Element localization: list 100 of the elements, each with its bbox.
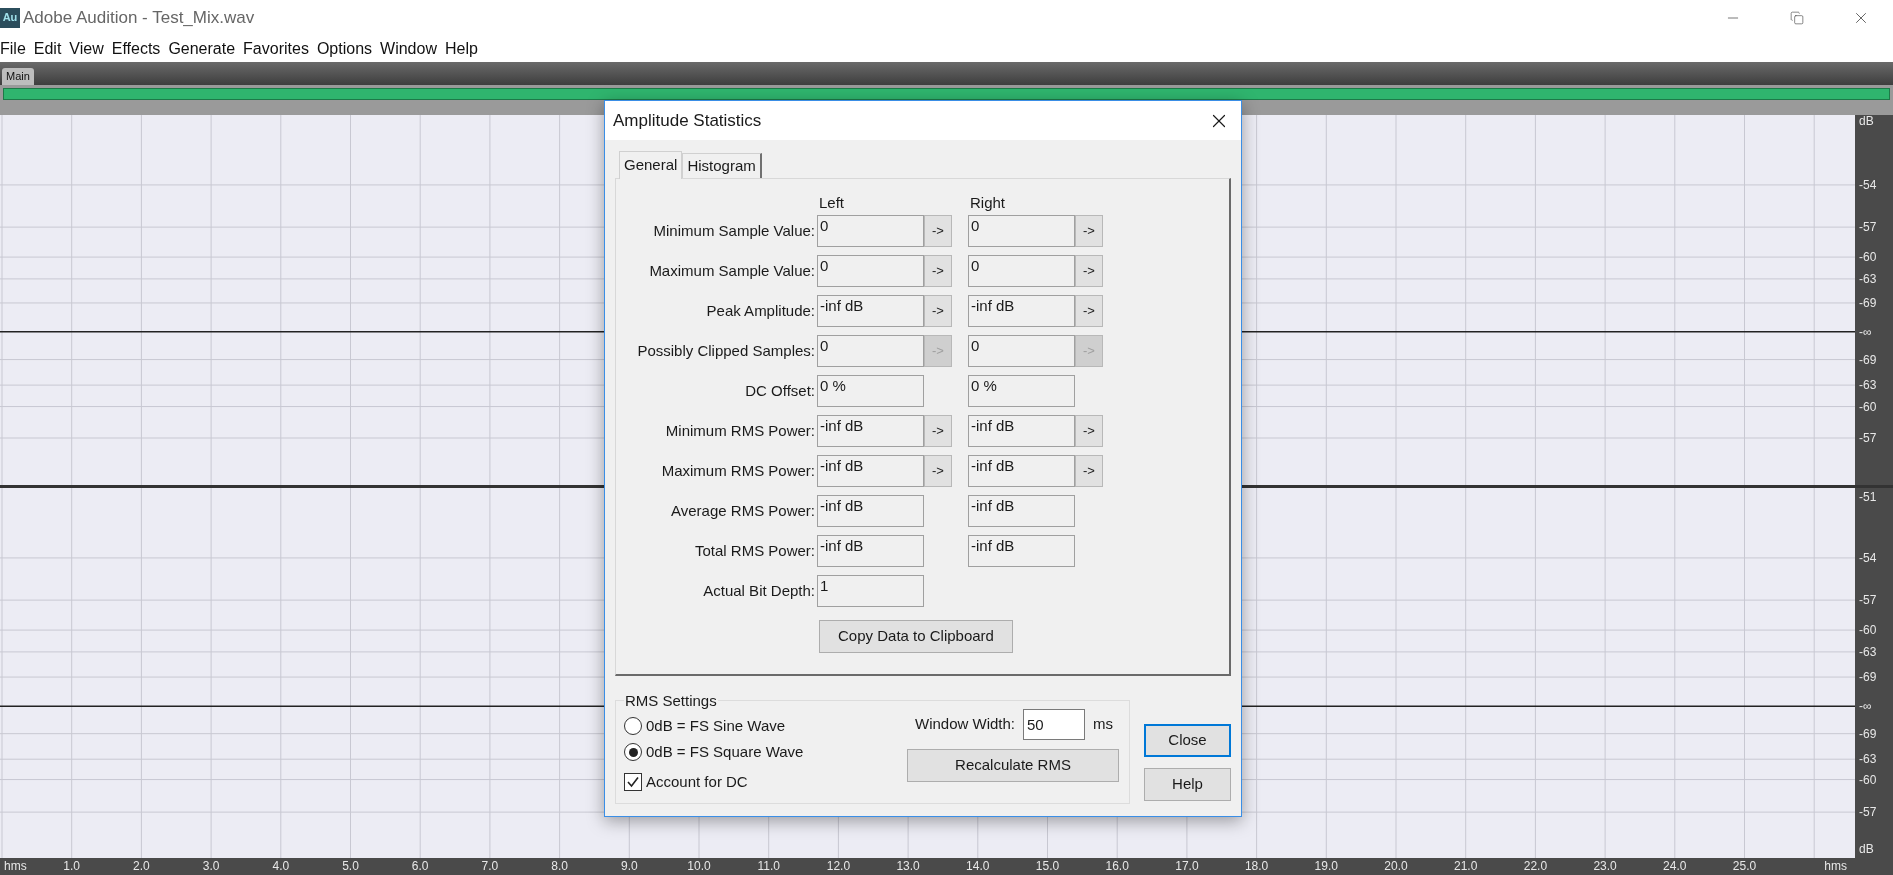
value-field: 0 [817,335,924,367]
scale-label: -69 [1859,353,1877,366]
ruler-label: 23.0 [1593,860,1617,872]
scale-label: -63 [1859,645,1877,658]
radio-label: 0dB = FS Sine Wave [646,715,786,736]
stat-label: Maximum RMS Power: [661,460,815,481]
stat-label: Peak Amplitude: [706,300,815,321]
recalculate-rms-button[interactable]: Recalculate RMS [907,749,1119,782]
stat-label: Average RMS Power: [671,500,815,521]
scale-label: -54 [1859,178,1877,191]
ruler-label: 21.0 [1454,860,1478,872]
go-to-button[interactable]: -> [1075,455,1103,487]
panel-tab[interactable]: Main [2,68,34,85]
menu-item[interactable]: Edit [29,36,66,61]
go-to-button[interactable]: -> [924,255,952,287]
tab[interactable]: Histogram [682,153,762,178]
value-field: -inf dB [968,455,1075,487]
stat-label: Maximum Sample Value: [649,260,815,281]
go-to-button[interactable]: -> [1075,255,1103,287]
ruler-unit: hms [4,860,27,872]
checkbox[interactable] [624,773,642,791]
scale-label: -63 [1859,379,1877,392]
dialog-button[interactable]: Help [1144,768,1231,801]
stat-label: Possibly Clipped Samples: [637,340,815,361]
scale-label: -51 [1859,490,1877,503]
column-heading: Right [970,194,1006,211]
ruler-label: 7.0 [481,860,499,872]
scale-label: -57 [1859,221,1877,234]
value-field: 0 [968,335,1075,367]
go-to-button[interactable]: -> [924,215,952,247]
radio-label: 0dB = FS Square Wave [646,741,804,762]
window-width-field[interactable]: 50 [1023,709,1085,740]
menu-item[interactable]: Favorites [239,36,313,61]
ruler-label: 16.0 [1105,860,1129,872]
ruler-label: 5.0 [342,860,359,872]
scale-label: -57 [1859,806,1877,819]
menu-item[interactable]: View [65,36,108,61]
value-field: 0 [817,255,924,287]
ruler-label: 8.0 [551,860,568,872]
ruler-label: 13.0 [896,860,920,872]
ruler-label: 1.0 [63,860,81,872]
ruler-label: 22.0 [1523,860,1548,872]
go-to-button[interactable]: -> [1075,215,1103,247]
value-field: -inf dB [817,455,924,487]
scale-label: -63 [1859,753,1877,766]
go-to-button[interactable]: -> [924,295,952,327]
ruler-label: 19.0 [1314,860,1338,872]
value-field: 0 % [968,375,1075,407]
scale-label: dB [1859,842,1874,855]
menu-item[interactable]: Generate [164,36,240,61]
scale-label: -69 [1859,296,1877,309]
menu-item[interactable]: Window [376,36,441,61]
stat-label: Total RMS Power: [694,540,815,561]
value-field: 0 [968,255,1075,287]
menu-item[interactable]: Help [440,36,482,61]
dialog-button[interactable]: Close [1144,724,1231,757]
scale-label: -60 [1859,251,1877,264]
value-field: -inf dB [817,415,924,447]
go-to-button[interactable]: -> [1075,295,1103,327]
app-logo: Au [0,7,20,28]
stat-label: Minimum Sample Value: [653,220,815,241]
window-title: Adobe Audition - Test_Mix.wav [23,6,255,29]
ruler-label: 11.0 [757,860,780,872]
radio-button[interactable] [624,717,642,735]
value-field: -inf dB [817,495,924,527]
go-to-button[interactable]: -> [924,455,952,487]
stat-label: Actual Bit Depth: [703,580,815,601]
scale-label: -∞ [1859,325,1872,338]
menu-item[interactable]: Effects [107,36,165,61]
scale-label: -57 [1859,432,1877,444]
menu-item[interactable]: Options [312,36,377,61]
scale-label: -∞ [1859,700,1872,713]
ruler-label: 2.0 [133,860,150,872]
value-field: -inf dB [968,495,1075,527]
value-field: 0 [817,215,924,247]
go-to-button[interactable]: -> [924,415,952,447]
scale-label: -60 [1859,624,1877,637]
menu-item[interactable]: File [0,36,30,61]
stat-label: DC Offset: [745,380,815,401]
go-to-button[interactable]: -> [1075,415,1103,447]
ruler-label: 4.0 [272,860,290,872]
ruler-label: 3.0 [202,860,220,872]
scale-label: -69 [1859,671,1877,684]
value-field: 0 % [817,375,924,407]
unit-label: ms [1093,714,1114,735]
ruler-label: 6.0 [411,860,429,872]
ruler-label: 25.0 [1732,860,1757,872]
ruler-label: 18.0 [1244,860,1269,872]
value-field: -inf dB [968,295,1075,327]
value-field: 1 [817,575,924,607]
ruler-label: 24.0 [1663,860,1687,872]
window-width-label: Window Width: [914,714,1015,735]
checkbox-label: Account for DC [646,771,748,792]
scale-label: -63 [1859,272,1877,285]
radio-button[interactable] [624,743,642,761]
copy-data-button[interactable]: Copy Data to Clipboard [819,620,1013,653]
ruler-label: 9.0 [620,860,638,872]
value-field: -inf dB [968,415,1075,447]
tab[interactable]: General [619,151,683,179]
dialog-title: Amplitude Statistics [613,109,762,132]
